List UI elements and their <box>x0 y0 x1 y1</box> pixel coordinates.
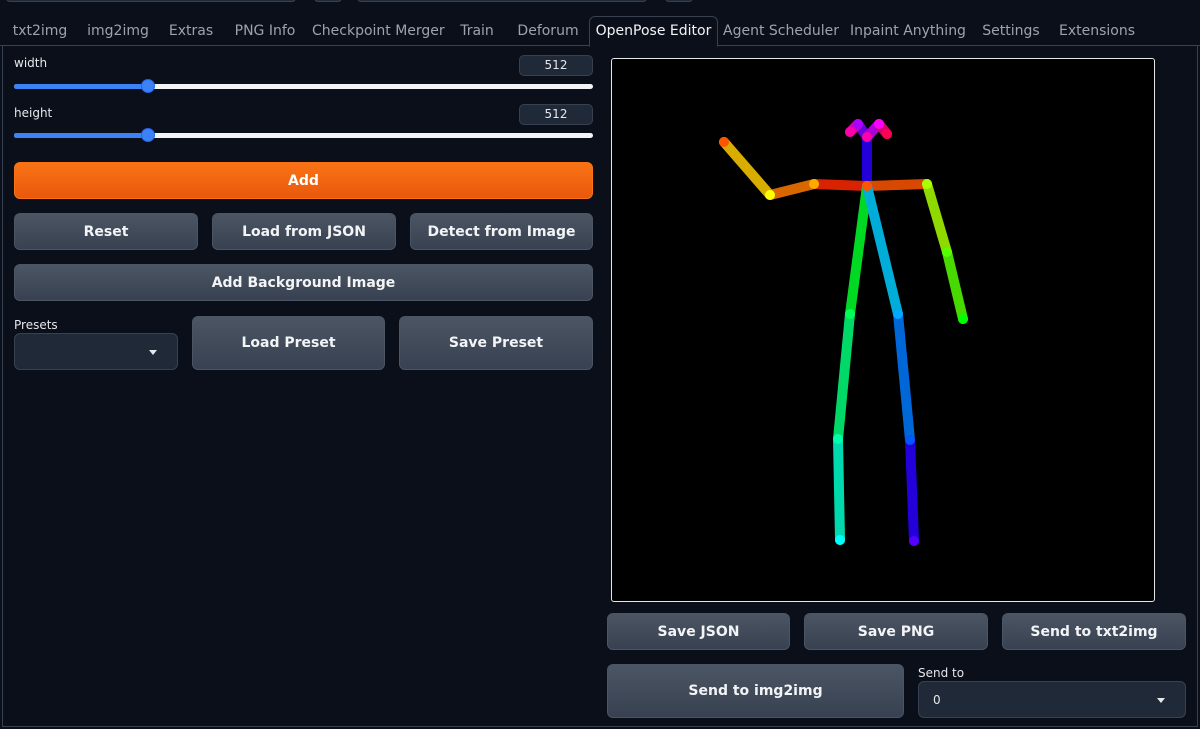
width-slider-thumb[interactable] <box>141 79 155 93</box>
save-png-button[interactable]: Save PNG <box>804 613 988 650</box>
tab-settings[interactable]: Settings <box>978 17 1044 46</box>
joint-right-hip[interactable] <box>845 309 855 319</box>
detect-from-image-button[interactable]: Detect from Image <box>410 213 593 250</box>
limb-lelbow-lwrist <box>942 247 968 324</box>
top-button-stub-2[interactable] <box>665 0 693 2</box>
panel-border-bottom <box>2 726 1198 727</box>
limb-lknee-lankle <box>905 435 919 546</box>
joint-left-shoulder[interactable] <box>922 179 932 189</box>
reset-button[interactable]: Reset <box>14 213 198 250</box>
limb-neck-rshoulder <box>809 179 872 191</box>
send-to-txt2img-button[interactable]: Send to txt2img <box>1002 613 1186 650</box>
limb-rknee-rankle <box>833 434 845 545</box>
send-to-img2img-button[interactable]: Send to img2img <box>607 664 904 718</box>
top-dropdown-stub[interactable] <box>6 0 296 2</box>
openpose-skeleton[interactable] <box>612 59 1154 601</box>
limb-neck-rhip <box>845 181 872 319</box>
tab-openpose-editor[interactable]: OpenPose Editor <box>589 16 718 47</box>
joint-right-knee[interactable] <box>833 434 843 444</box>
tab-img2img[interactable]: img2img <box>84 17 152 46</box>
joint-nose[interactable] <box>862 132 872 142</box>
load-from-json-button[interactable]: Load from JSON <box>212 213 396 250</box>
limb-lhip-lknee <box>893 309 915 445</box>
presets-dropdown[interactable] <box>14 333 178 370</box>
presets-label: Presets <box>14 318 58 332</box>
joint-right-ear[interactable] <box>845 127 855 137</box>
limb-relbow-rwrist <box>719 137 775 200</box>
add-button[interactable]: Add <box>14 162 593 199</box>
limb-neck-lshoulder <box>862 179 932 191</box>
tab-train[interactable]: Train <box>454 17 500 46</box>
top-button-stub[interactable] <box>314 0 342 2</box>
limb-rshoulder-relbow <box>765 179 819 200</box>
joint-right-shoulder[interactable] <box>809 179 819 189</box>
joint-left-elbow[interactable] <box>942 247 952 257</box>
joint-right-elbow[interactable] <box>765 190 775 200</box>
joint-right-ankle[interactable] <box>835 535 845 545</box>
tab-extensions[interactable]: Extensions <box>1056 17 1138 46</box>
send-to-label: Send to <box>918 666 965 680</box>
panel-border-left <box>2 46 3 726</box>
limb-rhip-rknee <box>833 309 855 444</box>
joint-left-wrist[interactable] <box>958 314 968 324</box>
height-slider[interactable] <box>14 127 593 143</box>
panel-border-right <box>1197 46 1198 726</box>
save-json-button[interactable]: Save JSON <box>607 613 790 650</box>
joint-right-wrist[interactable] <box>719 137 729 147</box>
add-background-image-button[interactable]: Add Background Image <box>14 264 593 301</box>
height-number-input[interactable]: 512 <box>519 104 593 125</box>
save-preset-button[interactable]: Save Preset <box>399 316 593 370</box>
tab-bar: txt2img img2img Extras PNG Info Checkpoi… <box>0 14 1200 47</box>
app-root: txt2img img2img Extras PNG Info Checkpoi… <box>0 0 1200 729</box>
joint-left-eye[interactable] <box>874 119 884 129</box>
send-to-dropdown[interactable]: 0 <box>918 681 1186 718</box>
joint-neck[interactable] <box>862 181 872 191</box>
limb-neck-lhip <box>862 181 903 319</box>
width-slider-fill <box>14 84 148 89</box>
height-slider-thumb[interactable] <box>141 128 155 142</box>
limb-lshoulder-lelbow <box>922 179 952 257</box>
tab-png-info[interactable]: PNG Info <box>230 17 300 46</box>
tab-extras[interactable]: Extras <box>164 17 218 46</box>
tab-agent-scheduler[interactable]: Agent Scheduler <box>722 17 840 46</box>
tab-checkpoint-merger[interactable]: Checkpoint Merger <box>312 17 445 46</box>
tab-txt2img[interactable]: txt2img <box>8 17 72 46</box>
chevron-down-icon <box>1157 697 1165 703</box>
tab-deforum[interactable]: Deforum <box>512 17 584 46</box>
load-preset-button[interactable]: Load Preset <box>192 316 385 370</box>
send-to-value: 0 <box>933 692 941 707</box>
joint-left-ankle[interactable] <box>909 536 919 546</box>
chevron-down-icon <box>149 349 157 355</box>
pose-canvas[interactable] <box>611 58 1155 602</box>
joint-left-knee[interactable] <box>905 435 915 445</box>
joint-right-eye[interactable] <box>853 119 863 129</box>
width-number-input[interactable]: 512 <box>519 55 593 76</box>
width-label: width <box>14 56 48 70</box>
joint-left-ear[interactable] <box>882 129 892 139</box>
joint-left-hip[interactable] <box>893 309 903 319</box>
height-label: height <box>14 106 53 120</box>
width-slider[interactable] <box>14 78 593 94</box>
top-dropdown-stub-2[interactable] <box>357 0 647 2</box>
tab-inpaint-anything[interactable]: Inpaint Anything <box>850 17 966 46</box>
height-slider-fill <box>14 133 148 138</box>
